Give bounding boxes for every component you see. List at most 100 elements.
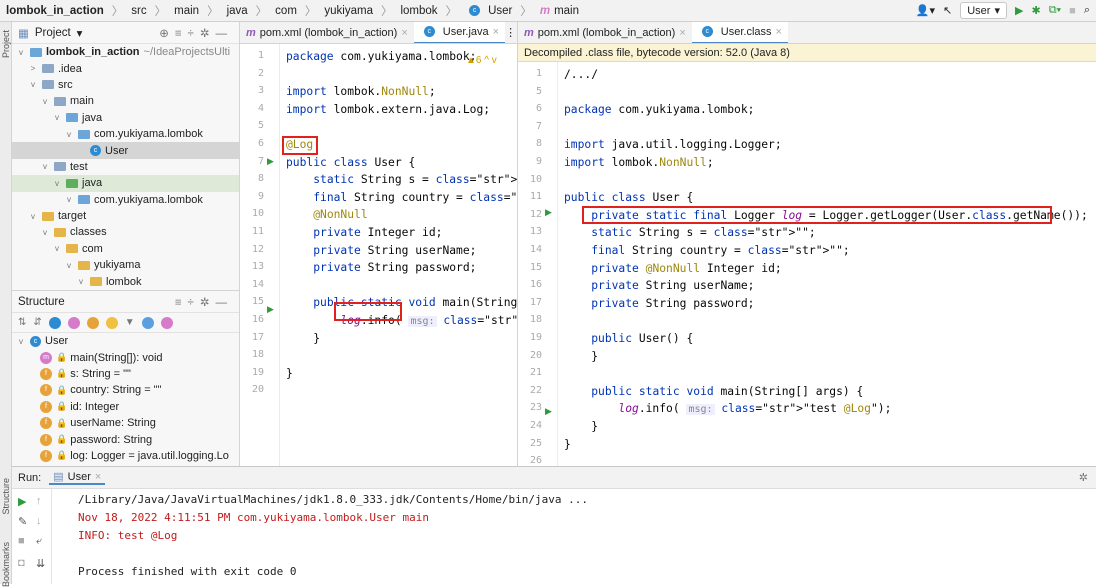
- expand-arrow-icon[interactable]: >: [28, 64, 38, 73]
- code-line[interactable]: import lombok.extern.java.Log;: [286, 103, 490, 116]
- code-line[interactable]: }: [286, 367, 293, 380]
- code-line[interactable]: public User() {: [564, 332, 693, 345]
- coverage-icon[interactable]: ⧉▾: [1049, 4, 1061, 17]
- lock-filter-icon[interactable]: [105, 316, 118, 329]
- tree-node[interactable]: v com: [12, 241, 239, 257]
- tab-pom-xml[interactable]: m pom.xml (lombok_in_action) ×: [518, 22, 692, 43]
- tree-node[interactable]: v yukiyama: [12, 257, 239, 273]
- user-icon[interactable]: 👤▾: [916, 4, 935, 17]
- panel-actions-icon[interactable]: ≡÷✲—: [175, 295, 233, 309]
- property-filter-icon[interactable]: [67, 316, 80, 329]
- tree-node[interactable]: v classes: [12, 224, 239, 240]
- panel-actions-icon[interactable]: ⊕≡÷✲—: [159, 26, 233, 40]
- class-filter-icon[interactable]: [48, 316, 61, 329]
- expand-arrow-icon[interactable]: v: [76, 277, 86, 286]
- tab-run-user[interactable]: ▤ User ×: [49, 470, 106, 485]
- close-icon[interactable]: ×: [679, 27, 685, 39]
- tree-node[interactable]: v main: [12, 93, 239, 109]
- expand-arrow-icon[interactable]: v: [28, 212, 38, 221]
- tree-node[interactable]: > .idea: [12, 60, 239, 76]
- tab-user-class[interactable]: c User.class ×: [691, 22, 788, 43]
- down-icon[interactable]: ↓: [36, 515, 42, 527]
- run-icon[interactable]: ▶: [1015, 4, 1023, 17]
- wrench-icon[interactable]: ✎: [18, 515, 27, 528]
- expand-arrow-icon[interactable]: v: [16, 48, 26, 57]
- field-filter-icon[interactable]: [86, 316, 99, 329]
- code-line[interactable]: package com.yukiyama.lombok;: [564, 103, 754, 116]
- code-line[interactable]: }: [286, 332, 320, 345]
- code-line[interactable]: static String s = class="str">"";: [286, 173, 537, 186]
- run-gutter-icon[interactable]: ▶: [545, 406, 552, 417]
- code-line[interactable]: /.../: [564, 68, 598, 81]
- structure-tool-tab[interactable]: Structure: [1, 478, 11, 515]
- breadcrumb-item[interactable]: src: [131, 5, 146, 17]
- tab-user-java[interactable]: c User.java ×: [413, 22, 506, 43]
- code-line[interactable]: @NonNull: [286, 208, 367, 221]
- structure-member[interactable]: m 🔒 main(String[]): void: [12, 349, 239, 365]
- expand-arrow-icon[interactable]: v: [40, 228, 50, 237]
- code-line[interactable]: public class User {: [564, 191, 693, 204]
- tree-node[interactable]: v java: [12, 110, 239, 126]
- breadcrumb-item[interactable]: com: [275, 5, 297, 17]
- code-line[interactable]: private String password;: [564, 297, 754, 310]
- close-icon[interactable]: ×: [493, 26, 499, 38]
- expand-arrow-icon[interactable]: v: [52, 179, 62, 188]
- rerun-icon[interactable]: ▶: [18, 495, 26, 508]
- code-line[interactable]: private String password;: [286, 261, 476, 274]
- close-icon[interactable]: ×: [95, 471, 101, 483]
- lambda-filter-icon[interactable]: [160, 316, 173, 329]
- filter-icon[interactable]: ▼: [125, 317, 135, 328]
- code-line[interactable]: }: [564, 420, 598, 433]
- expand-arrow-icon[interactable]: v: [52, 244, 62, 253]
- code-line[interactable]: public class User {: [286, 156, 415, 169]
- run-config-select[interactable]: User ▾: [960, 2, 1007, 19]
- structure-member[interactable]: f 🔒 country: String = "": [12, 382, 239, 398]
- tree-node[interactable]: v target: [12, 208, 239, 224]
- breadcrumb-item[interactable]: java: [227, 5, 248, 17]
- expand-arrow-icon[interactable]: v: [40, 162, 50, 171]
- expand-arrow-icon[interactable]: v: [64, 195, 74, 204]
- breadcrumb-item[interactable]: main: [174, 5, 199, 17]
- project-tool-tab[interactable]: Project: [1, 30, 11, 58]
- expand-arrow-icon[interactable]: v: [40, 97, 50, 106]
- structure-member[interactable]: f 🔒 userName: String: [12, 415, 239, 431]
- project-panel-title[interactable]: Project: [35, 27, 71, 39]
- settings-gear-icon[interactable]: ✲: [1079, 471, 1096, 484]
- expand-arrow-icon[interactable]: v: [28, 80, 38, 89]
- code-line[interactable]: }: [564, 438, 571, 451]
- debug-icon[interactable]: ✱: [1031, 4, 1040, 17]
- code-line[interactable]: final String country = class="str">"";: [564, 244, 849, 257]
- bookmarks-tool-tab[interactable]: Bookmarks: [1, 542, 11, 587]
- tree-node[interactable]: v test: [12, 159, 239, 175]
- expand-arrow-icon[interactable]: v: [64, 130, 74, 139]
- scroll-to-end-icon[interactable]: ⇊: [36, 557, 45, 570]
- code-line[interactable]: log.info( msg: class="str">"test @Log");: [564, 402, 891, 416]
- soft-wrap-icon[interactable]: ⤶: [36, 535, 42, 548]
- anonymous-filter-icon[interactable]: [141, 316, 154, 329]
- expand-arrow-icon[interactable]: v: [52, 113, 62, 122]
- breadcrumb-item[interactable]: User: [488, 5, 512, 17]
- run-gutter-icon[interactable]: ▶: [267, 304, 274, 315]
- structure-member[interactable]: f 🔒 password: String: [12, 431, 239, 447]
- code-line[interactable]: public static void main(String[] args) {: [564, 385, 863, 398]
- back-icon[interactable]: ↖: [943, 4, 952, 17]
- tree-node[interactable]: v com.yukiyama.lombok: [12, 192, 239, 208]
- code-line[interactable]: import lombok.NonNull;: [286, 85, 436, 98]
- code-line[interactable]: private String userName;: [286, 244, 476, 257]
- sort-icon[interactable]: ⇅: [18, 317, 26, 328]
- tree-node[interactable]: v lombok_in_action ~/IdeaProjectsUlti: [12, 44, 239, 60]
- run-gutter-icon[interactable]: ▶: [267, 156, 274, 167]
- code-line[interactable]: }: [564, 350, 598, 363]
- code-line[interactable]: import lombok.NonNull;: [564, 156, 714, 169]
- code-line[interactable]: public static void main(String[] a: [286, 296, 544, 309]
- breadcrumb-item[interactable]: lombok_in_action: [6, 5, 104, 17]
- tree-node[interactable]: v src: [12, 77, 239, 93]
- code-line[interactable]: private Integer id;: [286, 226, 442, 239]
- stop-icon[interactable]: ■: [1069, 5, 1076, 17]
- tree-node[interactable]: v java: [12, 175, 239, 192]
- stop-icon[interactable]: ■: [18, 535, 25, 547]
- close-icon[interactable]: ×: [401, 27, 407, 39]
- expand-arrow-icon[interactable]: v: [64, 261, 74, 270]
- tab-pom-xml[interactable]: m pom.xml (lombok_in_action) ×: [240, 22, 414, 43]
- code-line[interactable]: private @NonNull Integer id;: [564, 262, 781, 275]
